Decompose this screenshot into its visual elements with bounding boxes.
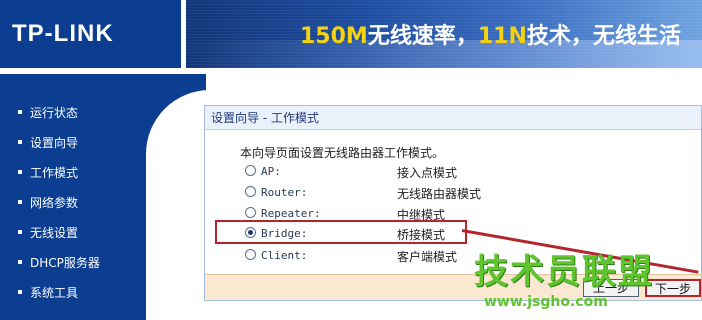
bullet-icon bbox=[18, 229, 22, 234]
sidebar-item-label: 网络参数 bbox=[30, 196, 79, 210]
bullet-icon bbox=[18, 139, 22, 144]
mode-description: 客户端模式 bbox=[397, 250, 458, 264]
sidebar-menu: 运行状态 设置向导 工作模式 网络参数 无线设置 DHCP服务器 系统工具 bbox=[18, 98, 100, 308]
watermark-url: www.jsgho.com bbox=[484, 294, 608, 310]
sidebar-item-system-tools[interactable]: 系统工具 bbox=[18, 278, 100, 308]
slogan-rest: 技术，无线生活 bbox=[526, 24, 681, 49]
mode-label: Repeater: bbox=[261, 207, 321, 220]
mode-description: 无线路由器模式 bbox=[397, 187, 482, 201]
bullet-icon bbox=[18, 199, 22, 204]
header-banner: 150M无线速率，11N技术，无线生活 bbox=[186, 0, 702, 68]
radio-ap[interactable] bbox=[245, 165, 256, 176]
sidebar-item-status[interactable]: 运行状态 bbox=[18, 98, 100, 128]
sidebar-item-setup-wizard[interactable]: 设置向导 bbox=[18, 128, 100, 158]
sidebar-item-label: 无线设置 bbox=[30, 226, 79, 240]
radio-repeater[interactable] bbox=[245, 207, 256, 218]
bridge-highlight-box bbox=[215, 220, 467, 244]
bullet-icon bbox=[18, 289, 22, 294]
bullet-icon bbox=[18, 259, 22, 264]
sidebar-item-label: 系统工具 bbox=[30, 286, 79, 300]
sidebar-item-network[interactable]: 网络参数 bbox=[18, 188, 100, 218]
header: TP-LINK 150M无线速率，11N技术，无线生活 bbox=[0, 0, 702, 68]
slogan-speed-text: 无线速率， bbox=[367, 24, 478, 49]
banner-slogan: 150M无线速率，11N技术，无线生活 bbox=[300, 18, 681, 50]
mode-label: AP: bbox=[261, 165, 281, 178]
logo-text: TP-LINK bbox=[12, 20, 114, 47]
sidebar-item-dhcp[interactable]: DHCP服务器 bbox=[18, 248, 100, 278]
watermark-title: 技术员联盟 bbox=[474, 252, 654, 292]
radio-client[interactable] bbox=[245, 249, 256, 260]
slogan-standard: 11N bbox=[477, 24, 527, 49]
sidebar-item-label: 工作模式 bbox=[30, 166, 79, 180]
mode-label: Router: bbox=[261, 186, 308, 199]
sidebar-item-label: DHCP服务器 bbox=[30, 256, 100, 270]
panel-title: 设置向导 - 工作模式 bbox=[205, 106, 701, 130]
mode-description: 接入点模式 bbox=[397, 166, 458, 180]
bullet-icon bbox=[18, 109, 22, 114]
slogan-speed: 150M bbox=[300, 24, 368, 49]
panel-description: 本向导页面设置无线路由器工作模式。 bbox=[240, 146, 445, 160]
mode-label: Client: bbox=[261, 249, 308, 262]
sidebar-item-label: 设置向导 bbox=[30, 136, 79, 150]
sidebar-item-wireless[interactable]: 无线设置 bbox=[18, 218, 100, 248]
brand-logo: TP-LINK bbox=[0, 0, 180, 68]
sidebar-item-label: 运行状态 bbox=[30, 106, 79, 120]
sidebar-item-work-mode[interactable]: 工作模式 bbox=[18, 158, 100, 188]
radio-router[interactable] bbox=[245, 186, 256, 197]
bullet-icon bbox=[18, 169, 22, 174]
